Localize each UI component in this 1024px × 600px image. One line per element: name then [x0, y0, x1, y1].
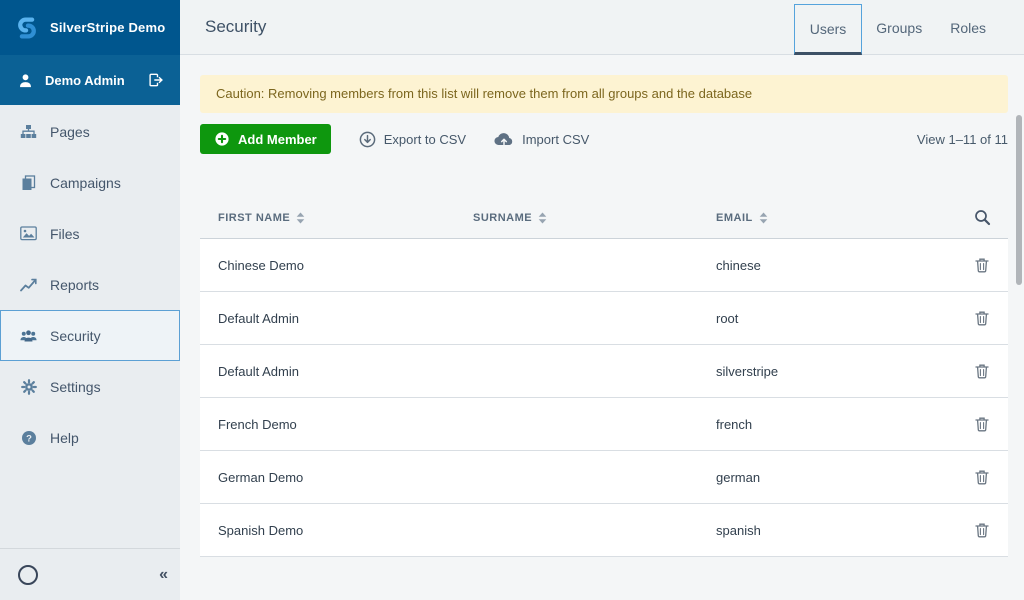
tab-bar: Users Groups Roles [794, 0, 1000, 55]
sort-icon [538, 212, 547, 224]
sidebar-item-label: Files [50, 226, 80, 242]
import-csv-button[interactable]: Import CSV [494, 124, 589, 154]
sitemap-icon [20, 124, 37, 140]
download-circle-icon [359, 131, 376, 148]
cloud-upload-icon [494, 132, 514, 146]
sidebar-item-settings[interactable]: Settings [0, 361, 180, 412]
content-area: Caution: Removing members from this list… [180, 75, 1024, 557]
delete-member-button[interactable] [972, 254, 992, 276]
profile-bar[interactable]: Demo Admin [0, 55, 180, 105]
scrollbar-thumb[interactable] [1016, 115, 1022, 285]
chart-icon [20, 278, 37, 292]
delete-member-button[interactable] [972, 360, 992, 382]
column-header-surname[interactable]: Surname [473, 212, 716, 224]
sidebar-item-label: Campaigns [50, 175, 121, 191]
collapse-sidebar-button[interactable]: « [159, 566, 168, 584]
delete-member-button[interactable] [972, 466, 992, 488]
toolbar: Add Member Export to CSV Import CSV [200, 124, 1008, 154]
delete-member-button[interactable] [972, 413, 992, 435]
svg-text:?: ? [26, 433, 32, 444]
user-icon [18, 73, 33, 88]
cell-email: spanish [716, 523, 956, 538]
sidebar-item-security[interactable]: Security [0, 310, 180, 361]
silverstripe-logo-icon [14, 15, 40, 41]
main-header: Security Users Groups Roles [180, 0, 1024, 55]
caution-banner: Caution: Removing members from this list… [200, 75, 1008, 113]
silverstripe-admin: SilverStripe Demo Demo Admin [0, 0, 1024, 600]
delete-member-button[interactable] [972, 307, 992, 329]
gear-icon [20, 379, 37, 395]
table-row[interactable]: Default Admin root [200, 292, 1008, 345]
logout-button[interactable] [145, 70, 166, 90]
sidebar-item-campaigns[interactable]: Campaigns [0, 157, 180, 208]
logout-icon [147, 72, 164, 88]
table-row[interactable]: German Demo german [200, 451, 1008, 504]
trash-icon [975, 257, 989, 273]
import-csv-label: Import CSV [522, 132, 589, 147]
export-csv-button[interactable]: Export to CSV [359, 124, 466, 154]
table-row[interactable]: Spanish Demo spanish [200, 504, 1008, 557]
cell-first-name: German Demo [218, 470, 473, 485]
tab-users[interactable]: Users [794, 4, 863, 55]
add-member-label: Add Member [238, 132, 317, 147]
sort-icon [759, 212, 768, 224]
cell-first-name: Default Admin [218, 364, 473, 379]
sort-icon [296, 212, 305, 224]
cell-email: german [716, 470, 956, 485]
table-row[interactable]: Chinese Demo chinese [200, 239, 1008, 292]
campaigns-icon [20, 175, 37, 191]
table-header-row: First Name Surname Email [200, 197, 1008, 239]
delete-member-button[interactable] [972, 519, 992, 541]
pagination-summary: View 1–11 of 11 [917, 132, 1008, 147]
sidebar-item-reports[interactable]: Reports [0, 259, 180, 310]
cell-first-name: French Demo [218, 417, 473, 432]
sidebar-item-label: Reports [50, 277, 99, 293]
sidebar-item-label: Settings [50, 379, 101, 395]
add-member-button[interactable]: Add Member [200, 124, 331, 154]
sidebar-footer: « [0, 548, 180, 600]
members-table: First Name Surname Email [200, 197, 1008, 557]
users-group-icon [20, 329, 37, 343]
export-csv-label: Export to CSV [384, 132, 466, 147]
sidebar: SilverStripe Demo Demo Admin [0, 0, 180, 600]
sidebar-item-label: Security [50, 328, 101, 344]
cell-email: chinese [716, 258, 956, 273]
sidebar-item-label: Pages [50, 124, 90, 140]
sidebar-nav: Pages Campaigns [0, 105, 180, 463]
cell-first-name: Chinese Demo [218, 258, 473, 273]
trash-icon [975, 469, 989, 485]
main-panel: Security Users Groups Roles Caution: Rem… [180, 0, 1024, 600]
trash-icon [975, 416, 989, 432]
table-body: Chinese Demo chinese Default Admin root [200, 239, 1008, 557]
image-icon [20, 226, 37, 241]
plus-circle-icon [214, 131, 230, 147]
page-title: Security [205, 17, 266, 37]
table-search-button[interactable] [956, 209, 1008, 226]
trash-icon [975, 363, 989, 379]
cell-email: french [716, 417, 956, 432]
sidebar-item-label: Help [50, 430, 79, 446]
brand-title: SilverStripe Demo [50, 20, 165, 35]
column-header-first-name[interactable]: First Name [218, 212, 473, 224]
tab-groups[interactable]: Groups [862, 0, 936, 55]
cell-email: root [716, 311, 956, 326]
trash-icon [975, 310, 989, 326]
cell-first-name: Default Admin [218, 311, 473, 326]
trash-icon [975, 522, 989, 538]
table-row[interactable]: Default Admin silverstripe [200, 345, 1008, 398]
search-icon [974, 209, 991, 226]
cell-email: silverstripe [716, 364, 956, 379]
sidebar-item-files[interactable]: Files [0, 208, 180, 259]
cell-first-name: Spanish Demo [218, 523, 473, 538]
table-row[interactable]: French Demo french [200, 398, 1008, 451]
sidebar-item-pages[interactable]: Pages [0, 106, 180, 157]
help-icon: ? [20, 430, 37, 446]
tab-roles[interactable]: Roles [936, 0, 1000, 55]
column-header-email[interactable]: Email [716, 212, 956, 224]
status-circle-icon[interactable] [18, 565, 38, 585]
sidebar-item-help[interactable]: ? Help [0, 412, 180, 463]
profile-name: Demo Admin [45, 73, 133, 88]
brand-header[interactable]: SilverStripe Demo [0, 0, 180, 55]
